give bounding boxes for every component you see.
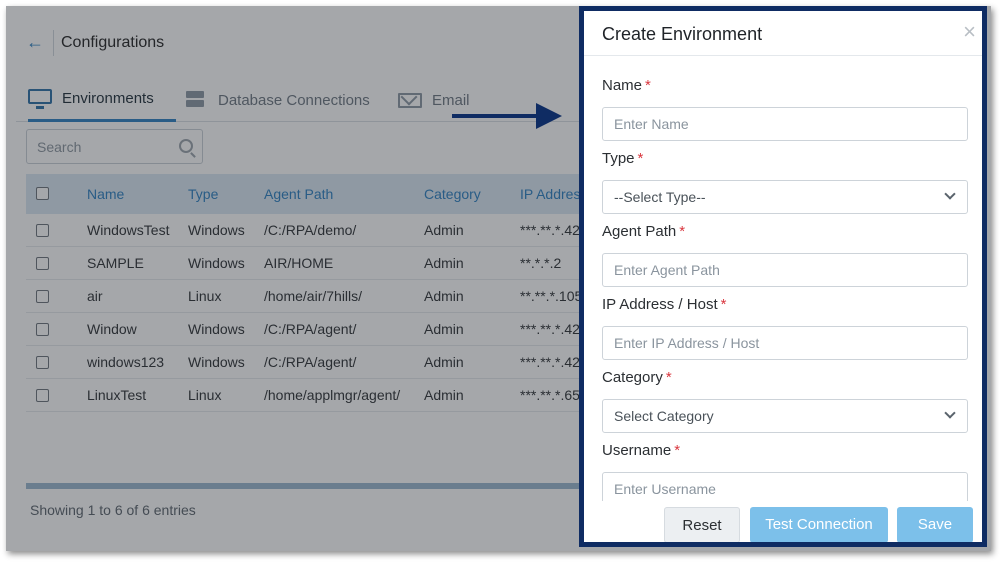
name-field: Name * Enter Name [602,77,968,141]
chevron-down-icon [944,188,956,200]
username-placeholder: Enter Username [614,481,716,497]
type-label: Type * [602,150,644,167]
category-value: Select Category [614,408,714,424]
required-marker: * [674,442,681,459]
ip-address-placeholder: Enter IP Address / Host [614,335,760,351]
required-marker: * [645,77,651,94]
create-environment-panel: Create Environment × Name * Enter Name Ty… [579,6,987,547]
arrow-head [536,103,562,129]
save-button[interactable]: Save [897,507,973,542]
type-field: Type * --Select Type-- [602,150,968,214]
agent-path-label: Agent Path * [602,223,686,240]
ip-address-field: IP Address / Host * Enter IP Address / Ho… [602,296,968,360]
screenshot-frame: ← Configurations Environments Database C… [6,6,991,551]
close-icon[interactable]: × [963,21,976,43]
agent-path-field: Agent Path * Enter Agent Path [602,223,968,287]
username-field: Username * Enter Username [602,442,968,506]
name-label: Name * [602,77,651,94]
arrow-shaft [452,114,538,118]
type-select[interactable]: --Select Type-- [602,180,968,214]
panel-footer: Reset Test Connection Save [584,501,982,542]
required-marker: * [665,369,672,386]
category-field: Category * Select Category [602,369,968,433]
panel-header: Create Environment × [584,11,982,56]
required-marker: * [637,150,644,167]
name-input[interactable]: Enter Name [602,107,968,141]
chevron-down-icon [944,407,956,419]
annotation-arrow-icon [452,103,562,129]
name-placeholder: Enter Name [614,116,689,132]
category-label: Category * [602,369,672,386]
required-marker: * [720,296,727,313]
test-connection-button[interactable]: Test Connection [750,507,888,542]
ip-address-input[interactable]: Enter IP Address / Host [602,326,968,360]
username-label: Username * [602,442,681,459]
panel-title: Create Environment [602,24,763,44]
type-value: --Select Type-- [614,189,706,205]
category-select[interactable]: Select Category [602,399,968,433]
agent-path-input[interactable]: Enter Agent Path [602,253,968,287]
ip-address-label: IP Address / Host * [602,296,727,313]
required-marker: * [679,223,686,240]
agent-path-placeholder: Enter Agent Path [614,262,720,278]
reset-button[interactable]: Reset [664,507,740,542]
